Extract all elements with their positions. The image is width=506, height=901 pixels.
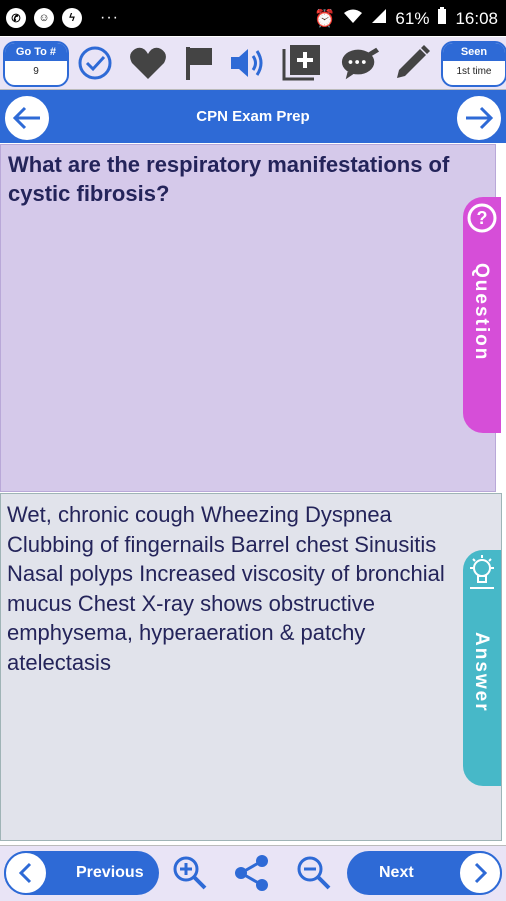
- wifi-icon: [343, 8, 363, 29]
- arrow-right-icon: [466, 106, 494, 130]
- previous-label: Previous: [76, 864, 144, 881]
- seen-value: 1st time: [456, 66, 492, 77]
- speaker-icon[interactable]: [228, 43, 268, 83]
- seen-button[interactable]: Seen 1st time: [441, 41, 506, 87]
- question-mark-icon: ?: [467, 203, 497, 233]
- question-tab-label: Question: [471, 263, 492, 362]
- add-card-icon[interactable]: [282, 43, 322, 83]
- heart-icon[interactable]: [128, 43, 168, 83]
- toolbar: Go To # 9 Seen 1st time: [0, 37, 506, 90]
- answer-tab[interactable]: Answer: [463, 550, 501, 786]
- smiley-icon: ☺: [34, 8, 54, 28]
- goto-value: 9: [33, 66, 39, 77]
- chevron-right-icon: [458, 851, 502, 895]
- status-bar: ✆ ☺ ϟ ··· ⏰ 61% 16:08: [0, 0, 506, 36]
- back-arrow-button[interactable]: [3, 94, 51, 142]
- flag-icon[interactable]: [179, 43, 219, 83]
- comment-edit-icon[interactable]: [340, 43, 380, 83]
- arrow-left-icon: [12, 106, 40, 130]
- question-text: What are the respiratory manifestations …: [8, 152, 450, 206]
- answer-text: Wet, chronic cough Wheezing Dyspnea Club…: [7, 502, 445, 675]
- battery-percent: 61%: [395, 8, 430, 28]
- messenger-icon: ϟ: [62, 8, 82, 28]
- previous-button[interactable]: Previous: [4, 851, 159, 895]
- answer-tab-label: Answer: [471, 632, 492, 713]
- goto-label: Go To #: [5, 43, 67, 61]
- bottom-nav-bar: Previous Next: [0, 845, 506, 901]
- goto-button[interactable]: Go To # 9: [3, 41, 69, 87]
- next-label: Next: [379, 864, 414, 881]
- pencil-icon[interactable]: [392, 43, 432, 83]
- chevron-left-icon: [4, 851, 48, 895]
- zoom-in-icon[interactable]: [171, 854, 209, 892]
- check-circle-icon[interactable]: [75, 43, 115, 83]
- page-title: CPN Exam Prep: [196, 108, 310, 125]
- header-bar: CPN Exam Prep: [0, 90, 506, 143]
- question-tab[interactable]: ? Question: [463, 197, 501, 433]
- battery-icon: [437, 7, 447, 30]
- more-notifications-icon: ···: [100, 9, 119, 26]
- svg-text:?: ?: [477, 208, 488, 228]
- forward-arrow-button[interactable]: [455, 94, 503, 142]
- clock: 16:08: [455, 8, 498, 28]
- seen-label: Seen: [443, 43, 505, 61]
- zoom-out-icon[interactable]: [295, 854, 333, 892]
- next-button[interactable]: Next: [347, 851, 502, 895]
- whatsapp-icon: ✆: [6, 8, 26, 28]
- lightbulb-icon: [470, 555, 494, 589]
- signal-icon: [371, 8, 387, 29]
- alarm-icon: ⏰: [314, 8, 336, 28]
- share-icon[interactable]: [233, 854, 271, 892]
